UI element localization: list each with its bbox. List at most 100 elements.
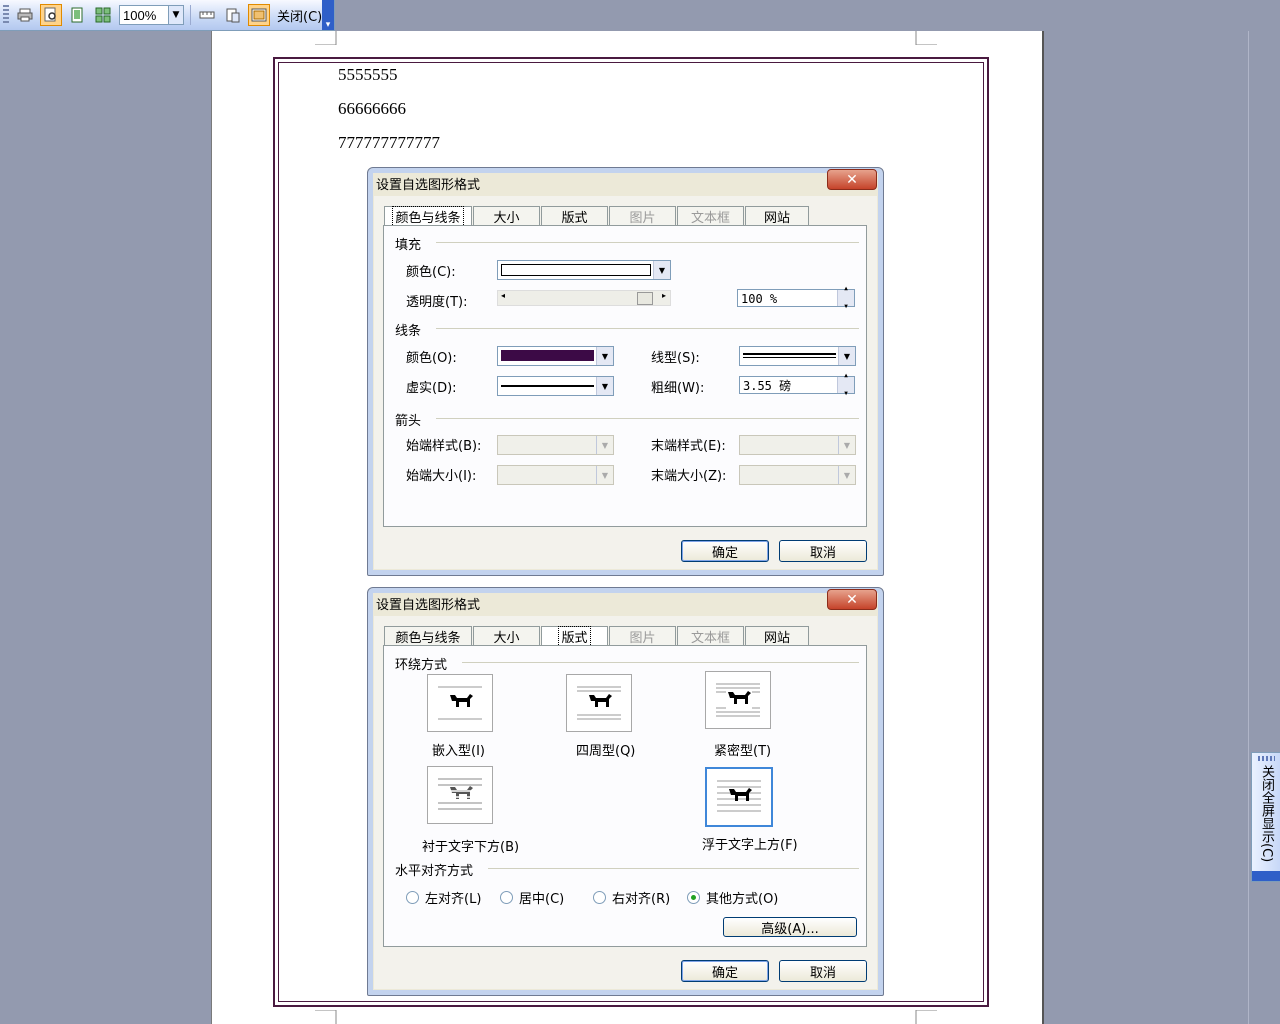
cancel-button[interactable]: 取消	[779, 960, 867, 982]
transparency-label: 透明度(T):	[406, 295, 468, 310]
transparency-slider[interactable]: ◂ ▸	[497, 290, 671, 306]
tab-label: 网站	[763, 630, 790, 646]
fill-color-select[interactable]: ▼	[497, 260, 671, 280]
document-text-line[interactable]: 66666666	[338, 99, 406, 119]
dash-select[interactable]: ▼	[497, 376, 614, 396]
close-full-screen-toolbar[interactable]: 关闭全屏显示(C)	[1251, 752, 1280, 882]
ruler-icon	[199, 11, 215, 19]
view-ruler-button[interactable]	[196, 4, 218, 26]
ok-button[interactable]: 确定	[681, 960, 769, 982]
close-full-screen-label[interactable]: 关闭全屏显示(C)	[1257, 765, 1276, 862]
wrap-tight-option[interactable]	[705, 671, 771, 729]
one-page-button[interactable]	[66, 4, 88, 26]
tab-label: 网站	[763, 210, 790, 226]
group-divider	[436, 328, 859, 329]
tab-web[interactable]: 网站	[745, 206, 809, 226]
scroll-left-icon[interactable]: ◂	[501, 291, 505, 300]
full-screen-icon	[251, 8, 267, 22]
chevron-down-icon[interactable]: ▼	[838, 347, 855, 365]
wrap-inline-option[interactable]	[427, 674, 493, 732]
format-autoshape-dialog-layout: 设置自选图形格式 ✕ 颜色与线条 大小 版式 图片 文本框 网站 环绕方式 嵌入…	[367, 587, 884, 996]
dash-label: 虚实(D):	[406, 381, 457, 396]
tab-textbox: 文本框	[677, 206, 744, 226]
line-color-select[interactable]: ▼	[497, 346, 614, 366]
wrap-square-label: 四周型(Q)	[576, 744, 636, 759]
shrink-to-fit-button[interactable]	[222, 4, 244, 26]
wrap-behind-option[interactable]	[427, 766, 493, 824]
multiple-pages-icon	[95, 7, 111, 23]
tab-web[interactable]: 网站	[745, 626, 809, 646]
print-button[interactable]	[14, 4, 36, 26]
spinner-arrows-icon[interactable]: ▲ ▼	[837, 372, 854, 397]
chevron-down-icon[interactable]: ▼	[596, 347, 613, 365]
toolbar-options-icon[interactable]	[1252, 871, 1280, 881]
close-icon[interactable]: ✕	[827, 589, 877, 610]
wrap-in-front-label: 浮于文字上方(F)	[702, 838, 798, 853]
cancel-button[interactable]: 取消	[779, 540, 867, 562]
ok-button[interactable]: 确定	[681, 540, 769, 562]
wrap-square-option[interactable]	[566, 674, 632, 732]
tab-label: 版式	[558, 625, 591, 647]
chevron-down-icon: ▼	[596, 466, 613, 484]
magnifier-button[interactable]	[40, 4, 62, 26]
toolbar-grip[interactable]	[3, 5, 9, 25]
multiple-pages-button[interactable]	[92, 4, 114, 26]
magnifier-page-icon	[44, 7, 56, 22]
align-center-radio[interactable]: 居中(C)	[500, 888, 564, 907]
tab-layout[interactable]: 版式	[541, 625, 608, 647]
radio-circle[interactable]	[406, 891, 419, 904]
weight-value: 3.55 磅	[743, 379, 792, 393]
toolbar-grip[interactable]	[1258, 756, 1275, 761]
zoom-select[interactable]: 100% ▼	[119, 5, 184, 25]
align-right-radio[interactable]: 右对齐(R)	[593, 888, 670, 907]
close-preview-button[interactable]: 关闭(C)	[272, 5, 327, 26]
toolbar-options-icon[interactable]: ▾	[322, 0, 334, 30]
group-divider	[462, 662, 859, 663]
advanced-button[interactable]: 高级(A)...	[723, 917, 857, 937]
margin-corner-mark	[315, 31, 337, 45]
tab-size[interactable]: 大小	[473, 626, 540, 646]
tab-label: 版式	[561, 210, 588, 226]
chevron-down-icon[interactable]: ▼	[168, 6, 183, 24]
weight-spinner[interactable]: 3.55 磅 ▲ ▼	[739, 372, 855, 397]
group-line: 线条	[395, 324, 422, 339]
wrap-behind-label: 衬于文字下方(B)	[422, 840, 520, 855]
line-color-label: 颜色(O):	[406, 351, 457, 366]
spinner-arrows-icon[interactable]: ▲ ▼	[837, 285, 854, 310]
radio-circle-selected[interactable]	[687, 891, 700, 904]
group-divider	[488, 868, 859, 869]
weight-label: 粗细(W):	[651, 381, 705, 396]
full-screen-button[interactable]	[248, 4, 270, 26]
group-divider	[436, 242, 859, 243]
tab-label: 大小	[493, 630, 520, 646]
document-text-line[interactable]: 777777777777	[338, 133, 440, 153]
close-icon[interactable]: ✕	[827, 169, 877, 190]
align-other-radio[interactable]: 其他方式(O)	[687, 888, 778, 907]
wrap-in-front-option[interactable]	[705, 767, 773, 827]
chevron-down-icon[interactable]: ▼	[596, 377, 613, 395]
tab-picture: 图片	[609, 626, 676, 646]
tab-label: 大小	[493, 210, 520, 226]
tab-size[interactable]: 大小	[473, 206, 540, 226]
transparency-spinner[interactable]: 100 % ▲ ▼	[737, 285, 855, 310]
zoom-value: 100%	[123, 7, 157, 23]
dialog-title: 设置自选图形格式	[376, 598, 481, 613]
chevron-down-icon[interactable]: ▼	[653, 261, 670, 279]
slider-thumb[interactable]	[637, 292, 653, 305]
end-size-label: 末端大小(Z):	[651, 469, 727, 484]
line-style-select[interactable]: ▼	[739, 346, 856, 366]
end-style-label: 末端样式(E):	[651, 439, 726, 454]
tab-colors-lines[interactable]: 颜色与线条	[384, 205, 472, 227]
group-fill: 填充	[395, 238, 422, 253]
margin-corner-mark	[915, 1010, 937, 1024]
line-style-label: 线型(S):	[651, 351, 700, 366]
radio-circle[interactable]	[500, 891, 513, 904]
tab-colors-lines[interactable]: 颜色与线条	[384, 626, 472, 646]
scroll-right-icon[interactable]: ▸	[662, 291, 666, 300]
margin-corner-mark	[915, 31, 937, 45]
tab-layout[interactable]: 版式	[541, 206, 608, 226]
radio-circle[interactable]	[593, 891, 606, 904]
align-left-radio[interactable]: 左对齐(L)	[406, 888, 481, 907]
line-color-swatch	[501, 350, 594, 361]
document-text-line[interactable]: 5555555	[338, 65, 398, 85]
